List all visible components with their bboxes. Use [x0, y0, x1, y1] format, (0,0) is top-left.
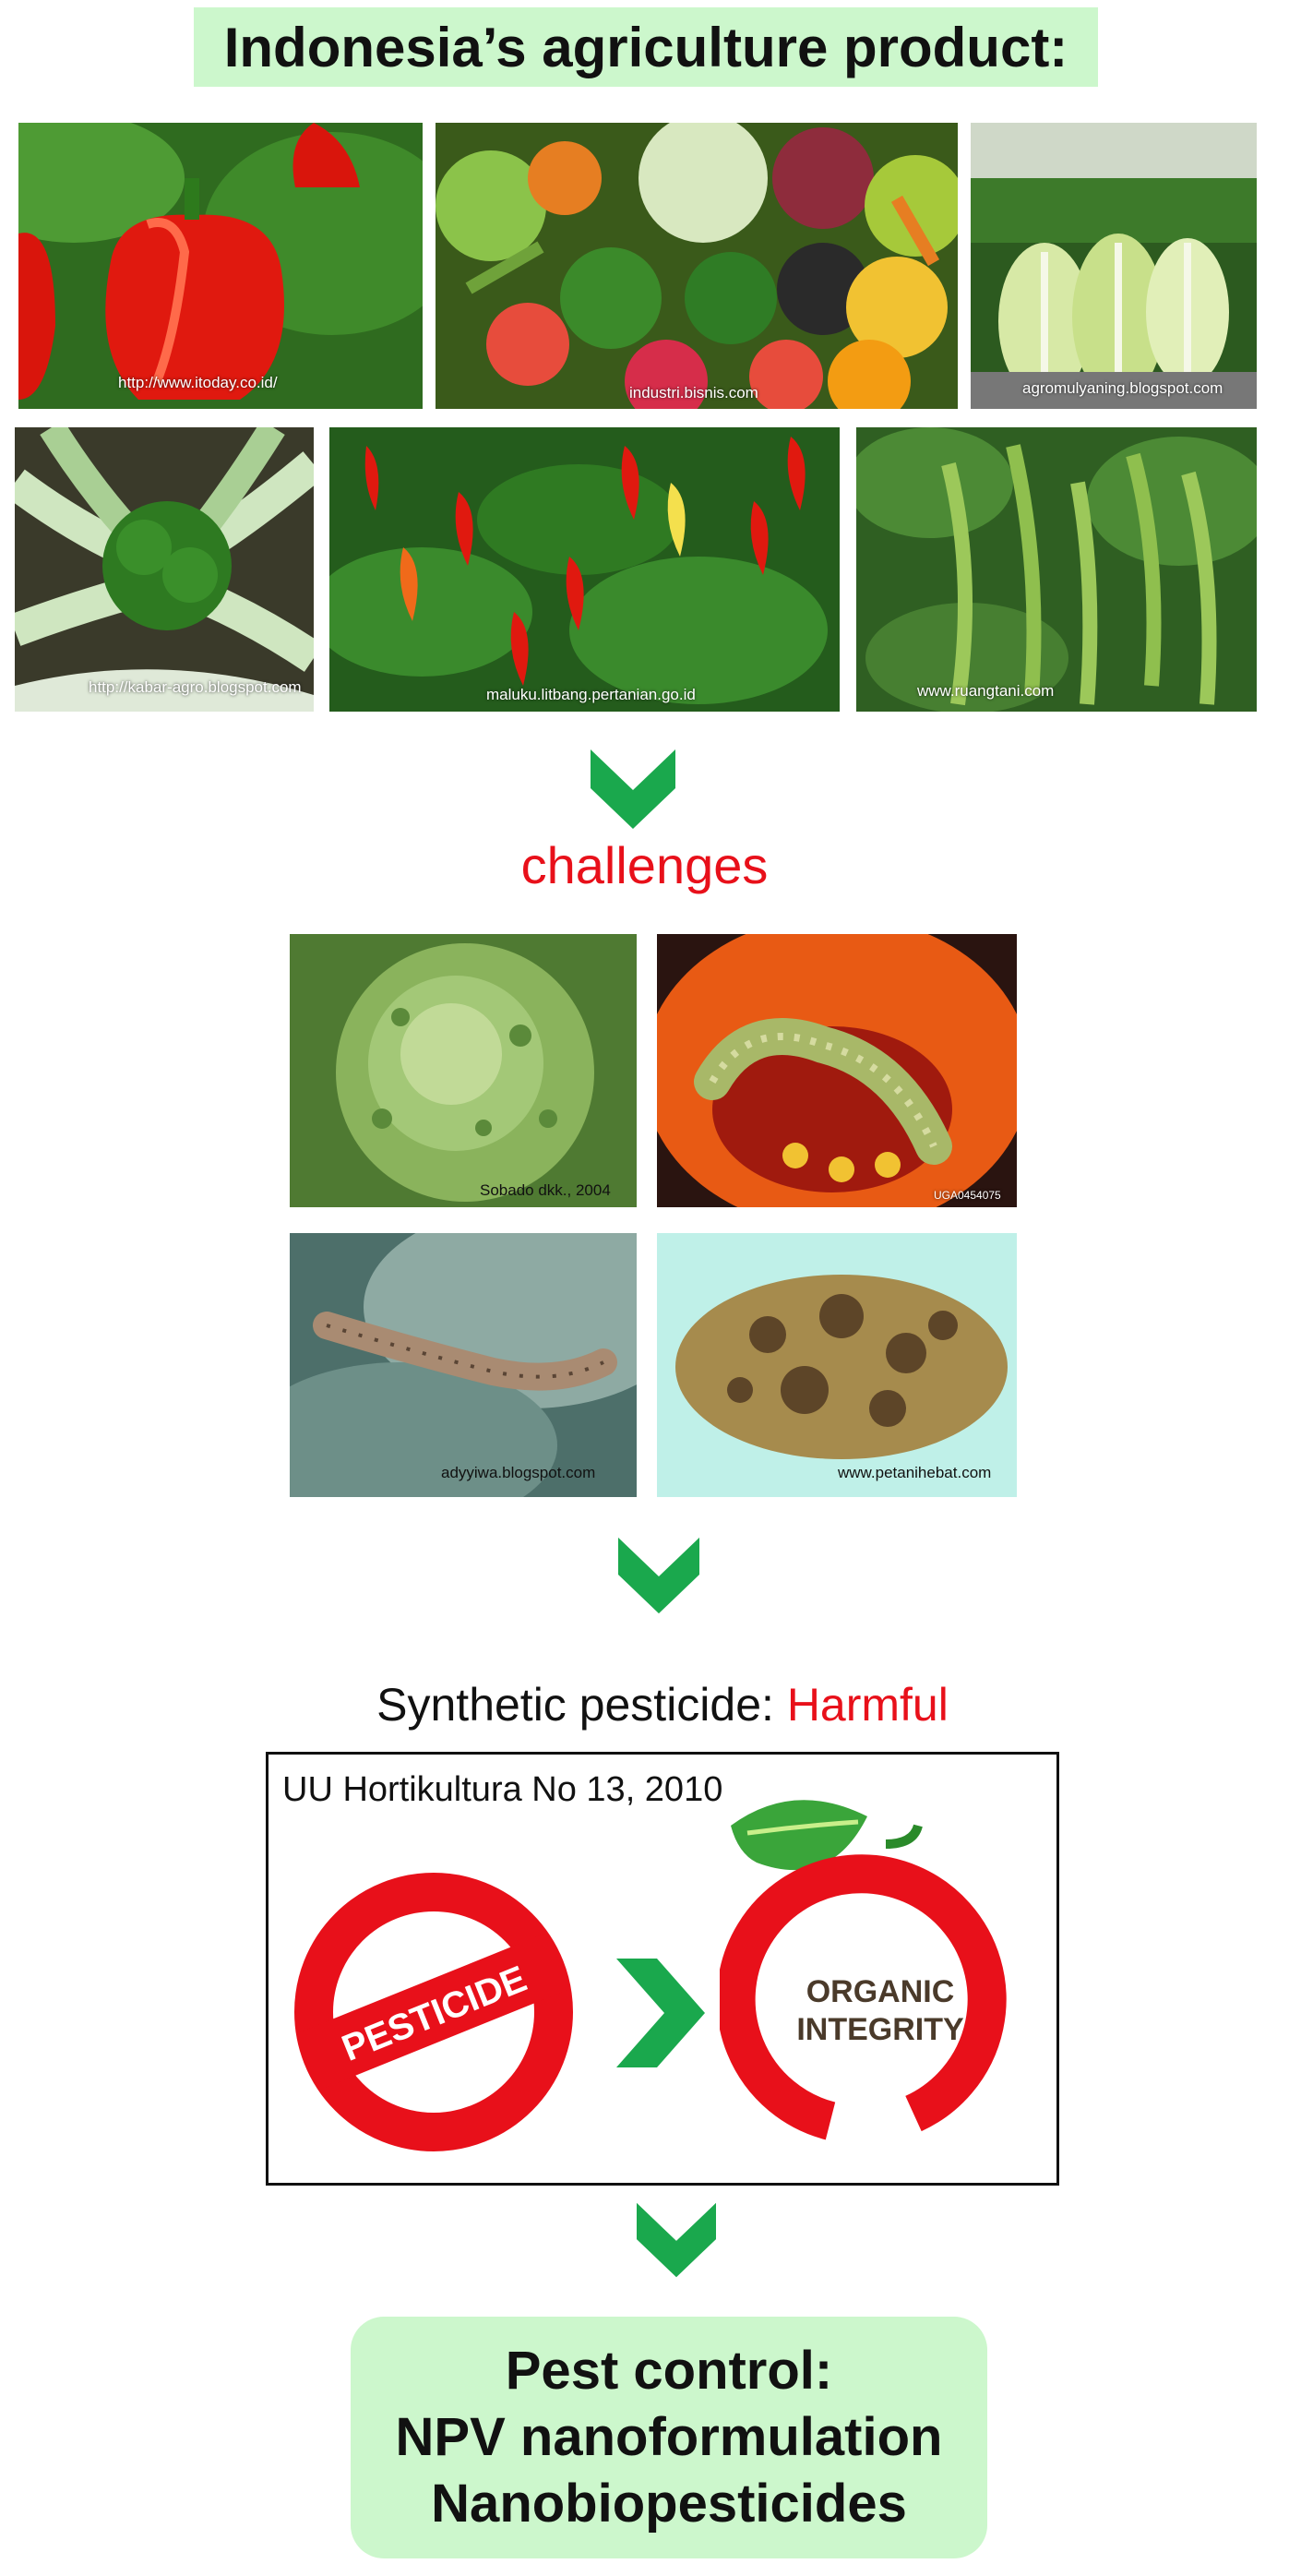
- challenges-label: challenges: [520, 836, 769, 894]
- photo-credit: adyyiwa.blogspot.com: [441, 1464, 596, 1481]
- down-chevron-icon: [637, 2202, 716, 2278]
- pest-control-heading: Pest control:: [505, 2341, 833, 2401]
- photo-credit: http://www.itoday.co.id/: [118, 374, 278, 391]
- photo-credit: www.petanihebat.com: [838, 1464, 992, 1481]
- bell-pepper-photo: http://www.itoday.co.id/: [18, 123, 423, 409]
- law-reference: UU Hortikultura No 13, 2010: [282, 1770, 723, 1809]
- mixed-vegetables-photo: industri.bisnis.com: [436, 123, 958, 409]
- harmful-label: Harmful: [786, 1679, 949, 1731]
- page-title: Indonesia’s agriculture product:: [194, 7, 1098, 87]
- organic-line2: INTEGRITY: [796, 2012, 964, 2047]
- pest-control-box: Pest control: NPV nanoformulation Nanobi…: [351, 2317, 987, 2558]
- green-beans-photo: www.ruangtani.com: [856, 427, 1257, 712]
- chinese-cabbage-photo: agromulyaning.blogspot.com: [971, 123, 1257, 409]
- photo-credit: maluku.litbang.pertanian.go.id: [486, 686, 696, 703]
- npv-nanoformulation: NPV nanoformulation: [395, 2407, 943, 2467]
- down-chevron-icon: [618, 1537, 699, 1614]
- organic-integrity-sign: ORGANIC INTEGRITY: [720, 1800, 1007, 2140]
- caterpillar-photo: adyyiwa.blogspot.com: [290, 1233, 637, 1497]
- photo-credit: UGA0454075: [934, 1189, 1001, 1202]
- right-chevron-icon: [616, 1959, 705, 2067]
- worm-tomato-photo: UGA0454075: [657, 934, 1017, 1207]
- down-chevron-icon: [591, 749, 675, 829]
- photo-credit: www.ruangtani.com: [917, 682, 1055, 700]
- photo-credit: Sobado dkk., 2004: [480, 1181, 611, 1199]
- synthetic-prefix: Synthetic pesticide:: [376, 1679, 787, 1731]
- no-pesticide-sign: PESTICIDE: [294, 1873, 573, 2151]
- scabbed-potato-photo: www.petanihebat.com: [657, 1233, 1017, 1497]
- organic-line1: ORGANIC: [806, 1974, 955, 2009]
- broccoli-photo: http://kabar-agro.blogspot.com: [15, 427, 314, 712]
- photo-credit: agromulyaning.blogspot.com: [1022, 379, 1223, 397]
- photo-credit: http://kabar-agro.blogspot.com: [89, 678, 302, 696]
- nanobiopesticides: Nanobiopesticides: [431, 2474, 907, 2534]
- chili-pepper-photo: maluku.litbang.pertanian.go.id: [329, 427, 840, 712]
- photo-credit: industri.bisnis.com: [629, 384, 758, 401]
- synthetic-pesticide-heading: Synthetic pesticide: Harmful: [0, 1678, 1289, 1731]
- damaged-cabbage-photo: Sobado dkk., 2004: [290, 934, 637, 1207]
